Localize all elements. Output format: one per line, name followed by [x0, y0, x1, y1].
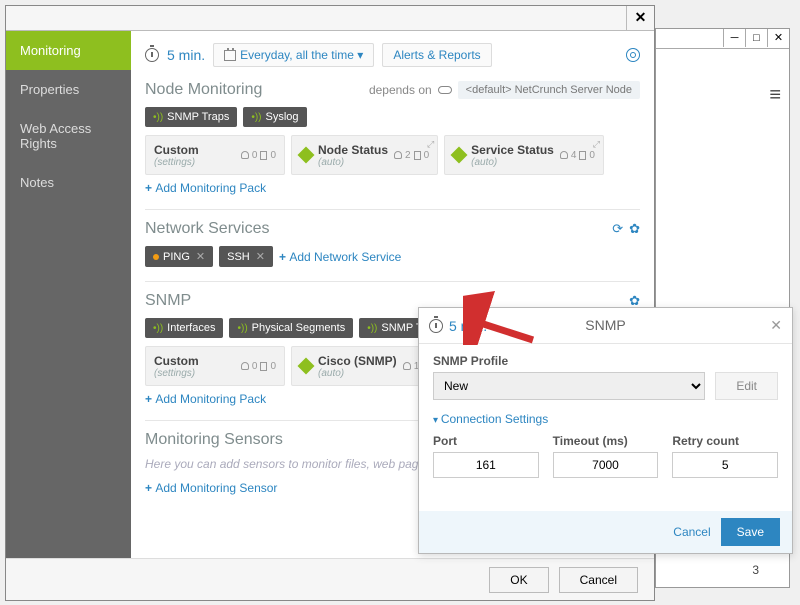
snmp-title: SNMP	[145, 292, 191, 310]
snmp-profile-select[interactable]: New	[433, 372, 705, 400]
sidebar-item-monitoring[interactable]: Monitoring	[6, 31, 131, 70]
alerts-reports-button[interactable]: Alerts & Reports	[382, 43, 491, 67]
popup-interval[interactable]: 5 min.	[449, 318, 487, 334]
edit-profile-button[interactable]: Edit	[715, 372, 778, 400]
ok-button[interactable]: OK	[489, 567, 548, 593]
pack-node-status[interactable]: Node Status(auto) 2 0 ⤢	[291, 135, 438, 175]
depends-on-value[interactable]: <default> NetCrunch Server Node	[458, 81, 640, 99]
snmp-popup: 5 min. SNMP ✕ SNMP Profile New Edit Conn…	[418, 307, 793, 554]
bg-close-button[interactable]: ✕	[767, 29, 789, 47]
signal-icon: •))	[153, 323, 163, 334]
node-monitoring-tags: •))SNMP Traps •))Syslog	[145, 107, 640, 127]
sidebar-item-notes[interactable]: Notes	[6, 163, 131, 202]
target-icon[interactable]	[626, 48, 640, 62]
sidebar-item-web-access-rights[interactable]: Web Access Rights	[6, 109, 131, 163]
calendar-icon	[224, 50, 236, 61]
doc-icon	[414, 151, 421, 160]
page-number: 3	[752, 563, 759, 577]
bg-maximize-button[interactable]: □	[745, 29, 767, 47]
sensors-title: Monitoring Sensors	[145, 431, 283, 449]
status-dot-icon	[153, 254, 159, 260]
retry-count-label: Retry count	[672, 434, 778, 448]
add-network-service-link[interactable]: Add Network Service	[279, 250, 401, 264]
tag-interfaces[interactable]: •))Interfaces	[145, 318, 223, 338]
tag-syslog[interactable]: •))Syslog	[243, 107, 306, 127]
popup-save-button[interactable]: Save	[721, 518, 780, 546]
popup-close-button[interactable]: ✕	[770, 317, 782, 334]
connection-settings-grid: Port Timeout (ms) Retry count	[433, 434, 778, 478]
link-icon	[438, 86, 452, 94]
timeout-label: Timeout (ms)	[553, 434, 659, 448]
cube-icon	[298, 358, 315, 375]
retry-count-input[interactable]	[672, 452, 778, 478]
cancel-button[interactable]: Cancel	[559, 567, 638, 593]
network-services-header: Network Services ⟳ ✿	[145, 220, 640, 238]
tag-snmp-traps[interactable]: •))SNMP Traps	[145, 107, 237, 127]
pack-service-status[interactable]: Service Status(auto) 4 0 ⤢	[444, 135, 604, 175]
cube-icon	[298, 147, 315, 164]
expand-icon[interactable]: ⤢	[593, 139, 600, 150]
dialog-footer: OK Cancel	[6, 558, 654, 600]
signal-icon: •))	[153, 112, 163, 123]
pack-custom[interactable]: Custom(settings) 0 0	[145, 135, 285, 175]
signal-icon: •))	[251, 112, 261, 123]
popup-cancel-link[interactable]: Cancel	[673, 525, 710, 539]
doc-icon	[260, 362, 267, 371]
port-label: Port	[433, 434, 539, 448]
dialog-sidebar: Monitoring Properties Web Access Rights …	[6, 31, 131, 558]
popup-header: 5 min. SNMP ✕	[419, 308, 792, 344]
signal-icon: •))	[367, 323, 377, 334]
node-monitoring-title: Node Monitoring	[145, 81, 262, 99]
dialog-titlebar: ✕	[6, 6, 654, 31]
add-monitoring-pack-link[interactable]: Add Monitoring Pack	[145, 181, 640, 195]
network-services-title: Network Services	[145, 220, 269, 238]
connection-settings-toggle[interactable]: Connection Settings	[433, 412, 778, 426]
popup-footer: Cancel Save	[419, 511, 792, 553]
monitoring-interval[interactable]: 5 min.	[167, 47, 205, 63]
bell-icon	[241, 362, 249, 370]
schedule-button[interactable]: Everyday, all the time ▾	[213, 43, 374, 67]
bell-icon	[241, 151, 249, 159]
network-services-tags: PING✕ SSH✕ Add Network Service	[145, 246, 640, 267]
dialog-close-button[interactable]: ✕	[626, 6, 654, 31]
top-row: 5 min. Everyday, all the time ▾ Alerts &…	[145, 43, 640, 67]
node-monitoring-packs: Custom(settings) 0 0 Node Status(auto) 2…	[145, 135, 640, 175]
tag-ping[interactable]: PING✕	[145, 246, 213, 267]
bg-minimize-button[interactable]: ─	[723, 29, 745, 47]
bell-icon	[394, 151, 402, 159]
signal-icon: •))	[237, 323, 247, 334]
cube-icon	[451, 147, 468, 164]
pack-custom-snmp[interactable]: Custom(settings) 0 0	[145, 346, 285, 386]
node-monitoring-header: Node Monitoring depends on <default> Net…	[145, 81, 640, 99]
snmp-profile-label: SNMP Profile	[433, 354, 778, 368]
tag-physical-segments[interactable]: •))Physical Segments	[229, 318, 353, 338]
port-input[interactable]	[433, 452, 539, 478]
hamburger-icon[interactable]: ≡	[769, 84, 781, 107]
doc-icon	[260, 151, 267, 160]
gear-icon[interactable]: ✿	[629, 221, 640, 237]
bell-icon	[403, 362, 411, 370]
refresh-icon[interactable]: ⟳	[612, 221, 623, 237]
doc-icon	[579, 151, 586, 160]
stopwatch-icon	[429, 319, 443, 333]
tag-ssh[interactable]: SSH✕	[219, 246, 273, 267]
bell-icon	[560, 151, 568, 159]
expand-icon[interactable]: ⤢	[427, 139, 434, 150]
timeout-input[interactable]	[553, 452, 659, 478]
remove-icon[interactable]: ✕	[196, 250, 205, 263]
depends-on-label: depends on	[369, 83, 432, 97]
remove-icon[interactable]: ✕	[256, 250, 265, 263]
bg-title-controls: ─ □ ✕	[656, 29, 789, 49]
sidebar-item-properties[interactable]: Properties	[6, 70, 131, 109]
stopwatch-icon	[145, 48, 159, 62]
